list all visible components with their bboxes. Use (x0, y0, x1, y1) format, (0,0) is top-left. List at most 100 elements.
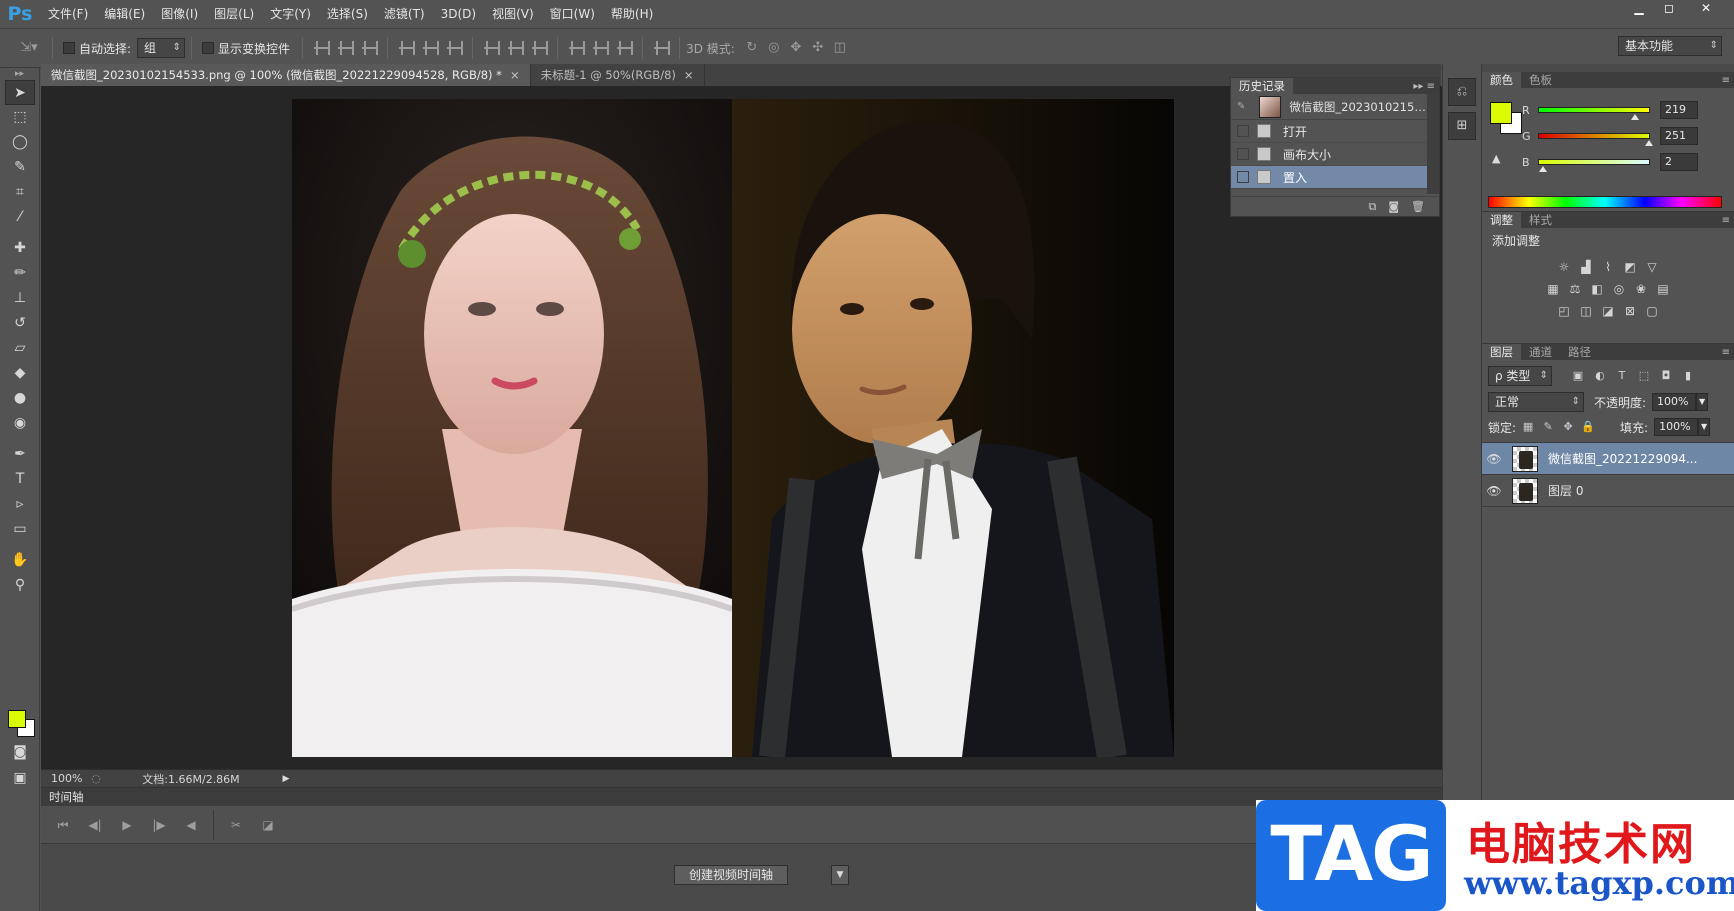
minimize-icon[interactable]: ▁ (1624, 0, 1654, 16)
align-right-icon[interactable] (444, 38, 464, 58)
history-item[interactable]: 打开 (1231, 120, 1439, 143)
auto-align-layers-icon[interactable] (651, 38, 671, 58)
slider-thumb[interactable] (1631, 114, 1639, 120)
eye-icon[interactable]: 👁 (1482, 484, 1506, 498)
history-item[interactable]: 画布大小 (1231, 143, 1439, 166)
status-menu-arrow-icon[interactable]: ▶ (279, 774, 293, 784)
color-balance-icon[interactable]: ⚖ (1567, 281, 1583, 297)
distribute-hcenter-icon[interactable] (590, 38, 610, 58)
menu-layer[interactable]: 图层(L) (206, 0, 262, 28)
menu-image[interactable]: 图像(I) (153, 0, 206, 28)
layer-row[interactable]: 👁 图层 0 (1482, 475, 1734, 507)
doc-tab-active[interactable]: 微信截图_20230102154533.png @ 100% (微信截图_202… (41, 64, 531, 86)
distribute-vcenter-icon[interactable] (505, 38, 525, 58)
gradient-map-icon[interactable]: ⊠ (1622, 303, 1638, 319)
properties-panel-icon[interactable]: ⊞ (1448, 112, 1476, 140)
slider-thumb[interactable] (1645, 140, 1653, 146)
black-white-icon[interactable]: ◧ (1589, 281, 1605, 297)
marquee-tool-icon[interactable]: ⬚ (5, 105, 35, 130)
audio-icon[interactable]: ◀ (175, 813, 207, 837)
align-bottom-icon[interactable] (359, 38, 379, 58)
3d-roll-icon[interactable]: ◎ (763, 38, 785, 58)
crop-tool-icon[interactable]: ⌗ (5, 180, 35, 205)
threshold-icon[interactable]: ◪ (1600, 303, 1616, 319)
brush-tool-icon[interactable]: ✏ (5, 261, 35, 286)
tab-color[interactable]: 颜色 (1482, 72, 1521, 88)
vibrance-icon[interactable]: ▽ (1644, 259, 1660, 275)
menu-filter[interactable]: 滤镜(T) (376, 0, 433, 28)
menu-type[interactable]: 文字(Y) (262, 0, 319, 28)
menu-view[interactable]: 视图(V) (484, 0, 542, 28)
menu-window[interactable]: 窗口(W) (542, 0, 603, 28)
align-top-icon[interactable] (311, 38, 331, 58)
chevron-down-icon[interactable]: ▼ (831, 865, 849, 885)
3d-rotate-icon[interactable]: ↻ (741, 38, 763, 58)
filter-type-icon[interactable]: T (1614, 368, 1630, 384)
tab-channels[interactable]: 通道 (1521, 344, 1560, 360)
fill-dropdown-icon[interactable]: ▼ (1698, 418, 1711, 436)
tab-styles[interactable]: 样式 (1521, 212, 1560, 228)
screen-mode-icon[interactable]: ▣ (5, 766, 35, 791)
fill-input[interactable]: 100% (1654, 418, 1699, 436)
blue-slider[interactable] (1538, 159, 1650, 172)
align-vcenter-icon[interactable] (335, 38, 355, 58)
history-item-selected[interactable]: 置入 (1231, 166, 1439, 189)
menu-3d[interactable]: 3D(D) (433, 0, 484, 28)
lock-transparency-icon[interactable]: ▦ (1520, 419, 1536, 435)
previous-frame-icon[interactable]: ◀| (79, 813, 111, 837)
channel-mixer-icon[interactable]: ❀ (1633, 281, 1649, 297)
slider-thumb[interactable] (1539, 166, 1547, 172)
layer-kind-filter[interactable]: ρ 类型 (1488, 366, 1552, 386)
filter-pixel-icon[interactable]: ▣ (1570, 368, 1586, 384)
pen-tool-icon[interactable]: ✒ (5, 442, 35, 467)
lock-position-icon[interactable]: ✥ (1560, 419, 1576, 435)
lasso-tool-icon[interactable]: ◯ (5, 130, 35, 155)
levels-icon[interactable]: ▟ (1578, 259, 1594, 275)
tab-adjustments[interactable]: 调整 (1482, 212, 1521, 228)
tab-layers[interactable]: 图层 (1482, 344, 1521, 360)
workspace-dropdown[interactable]: 基本功能 (1618, 36, 1722, 56)
panel-menu-icon[interactable]: ▸▸ ≡ (1413, 81, 1439, 92)
invert-icon[interactable]: ◰ (1556, 303, 1572, 319)
new-document-from-state-icon[interactable]: ⧉ (1368, 200, 1376, 214)
menu-select[interactable]: 选择(S) (319, 0, 376, 28)
auto-select-checkbox[interactable] (63, 42, 75, 54)
close-tab-icon[interactable]: × (510, 68, 520, 82)
selective-color-icon[interactable]: ▢ (1644, 303, 1660, 319)
green-value-input[interactable]: 251 (1660, 127, 1698, 145)
dodge-tool-icon[interactable]: ◉ (5, 411, 35, 436)
auto-select-dropdown[interactable]: 组 (137, 38, 186, 58)
transition-icon[interactable]: ◪ (252, 813, 284, 837)
menu-help[interactable]: 帮助(H) (603, 0, 661, 28)
hand-tool-icon[interactable]: ✋ (5, 548, 35, 573)
eye-icon[interactable]: 👁 (1482, 452, 1506, 466)
create-video-timeline-button[interactable]: 创建视频时间轴 (674, 865, 789, 885)
posterize-icon[interactable]: ◫ (1578, 303, 1594, 319)
panel-menu-icon[interactable]: ≡ (1722, 75, 1734, 86)
panel-menu-icon[interactable]: ≡ (1722, 347, 1734, 358)
tab-history[interactable]: 历史记录 (1231, 78, 1293, 94)
eraser-tool-icon[interactable]: ▱ (5, 336, 35, 361)
align-hcenter-icon[interactable] (420, 38, 440, 58)
toolbox-collapse-icon[interactable]: ▸▸ (0, 68, 39, 80)
lock-pixels-icon[interactable]: ✎ (1540, 419, 1556, 435)
distribute-right-icon[interactable] (614, 38, 634, 58)
dock-collapse-bar[interactable] (1482, 64, 1734, 72)
opacity-input[interactable]: 100% (1652, 393, 1697, 411)
3d-scale-icon[interactable]: ◫ (829, 38, 851, 58)
menu-edit[interactable]: 编辑(E) (96, 0, 153, 28)
brightness-icon[interactable]: ☼ (1556, 259, 1572, 275)
blend-mode-dropdown[interactable]: 正常 (1488, 392, 1584, 412)
3d-pan-icon[interactable]: ✥ (785, 38, 807, 58)
history-snapshot[interactable]: ✎ 微信截图_20230102154533.png (1231, 94, 1439, 120)
zoom-level[interactable]: 100% (41, 772, 89, 785)
status-info-icon[interactable]: ◌ (89, 772, 103, 785)
green-slider[interactable] (1538, 133, 1653, 146)
photo-filter-icon[interactable]: ◎ (1611, 281, 1627, 297)
shape-tool-icon[interactable]: ▭ (5, 517, 35, 542)
red-value-input[interactable]: 219 (1660, 101, 1698, 119)
foreground-color-swatch[interactable] (8, 710, 26, 728)
split-scissors-icon[interactable]: ✂ (220, 813, 252, 837)
go-to-first-frame-icon[interactable]: ⏮ (47, 813, 79, 837)
history-brush-tool-icon[interactable]: ↺ (5, 311, 35, 336)
